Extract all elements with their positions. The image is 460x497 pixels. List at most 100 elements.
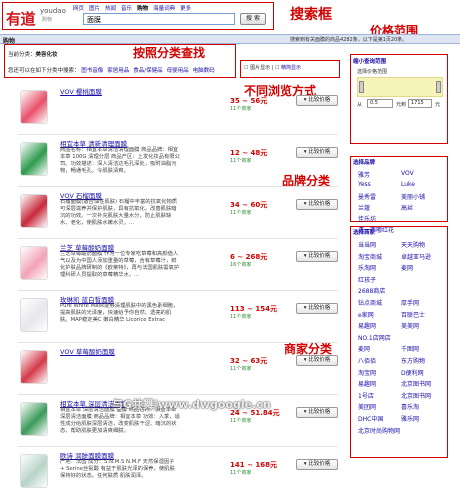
- product-shop-count[interactable]: 11个商家: [230, 469, 251, 476]
- brand-link[interactable]: 兰蔻: [358, 203, 370, 212]
- brand-link[interactable]: Yess: [358, 181, 371, 188]
- shop-link[interactable]: 淘宝商城: [358, 252, 382, 261]
- compare-price-label: 比较价格: [308, 253, 331, 259]
- shop-panel: [350, 226, 448, 458]
- shop-link[interactable]: 红孩子: [358, 275, 376, 284]
- product-title[interactable]: VOV 草莓酸奶面膜: [60, 346, 115, 356]
- shop-link[interactable]: 乐淘网: [358, 263, 376, 272]
- compare-price-button[interactable]: ▾ 比较价格: [296, 303, 338, 314]
- divider: [18, 238, 338, 239]
- shop-link[interactable]: 美团网: [358, 402, 376, 411]
- shop-link[interactable]: 厚手网: [401, 298, 419, 307]
- annotation-box-search: [2, 2, 274, 30]
- product-description: 兰芝草莓酸奶面膜 作为一位专家吃草莓和高颜值人气以及为中国人添加重量的草莓，含有…: [60, 251, 180, 278]
- brand-link[interactable]: 美丽小铺: [401, 192, 425, 201]
- shop-link[interactable]: 百联巴士: [401, 310, 425, 319]
- shop-link[interactable]: D便利网: [401, 368, 424, 377]
- shop-link[interactable]: DHC中国: [358, 414, 383, 423]
- annotation-category: 按照分类查找: [133, 46, 206, 60]
- shop-link[interactable]: 麦网: [358, 344, 370, 353]
- product-image[interactable]: [20, 194, 48, 228]
- product-row: VOV 樱桃面膜 35 ~ 56元 11个商家 ▾ 比较价格: [18, 86, 338, 138]
- divider: [18, 446, 338, 447]
- price-from-input[interactable]: 0.5: [367, 99, 393, 108]
- brand-link[interactable]: VOV: [401, 170, 414, 177]
- product-shop-count[interactable]: 11个商家: [230, 313, 251, 320]
- price-panel-subtitle: 选择价格范围: [357, 69, 388, 75]
- product-row: 兰芝 草莓酸奶面膜 兰芝草莓酸奶面膜 作为一位专家吃草莓和高颜值人气以及为中国人添…: [18, 242, 338, 294]
- shop-link[interactable]: 易趣网: [358, 321, 376, 330]
- compare-price-button[interactable]: ▾ 比较价格: [296, 355, 338, 366]
- shop-link[interactable]: 淘宝网: [358, 368, 376, 377]
- compare-price-button[interactable]: ▾ 比较价格: [296, 199, 338, 210]
- shop-link[interactable]: 麦网: [401, 263, 413, 272]
- product-image[interactable]: [20, 454, 48, 488]
- brand-link[interactable]: 高丝: [401, 203, 413, 212]
- product-image[interactable]: [20, 350, 48, 384]
- shop-link[interactable]: 天天购物: [401, 240, 425, 249]
- price-panel-title: 缩小查询范围: [353, 59, 387, 65]
- compare-price-button[interactable]: ▾ 比较价格: [296, 459, 338, 470]
- brand-link[interactable]: 佳乐坊: [358, 214, 376, 223]
- product-description: 商品名称：相宜本草清洁清理面膜 商品品牌：相宜本草 100G 清理分层 商品产区…: [60, 147, 180, 174]
- shop-link[interactable]: 美美网: [401, 321, 419, 330]
- brand-panel-title: 选择品牌: [353, 160, 376, 166]
- compare-price-button[interactable]: ▾ 比较价格: [296, 147, 338, 158]
- shop-link[interactable]: 东方购物: [401, 356, 425, 365]
- shop-link[interactable]: 易趣网: [358, 379, 376, 388]
- compare-price-label: 比较价格: [308, 461, 331, 467]
- compare-price-label: 比较价格: [308, 409, 331, 415]
- product-shop-count[interactable]: 11个商家: [230, 365, 251, 372]
- shop-panel-title: 选择商家: [353, 230, 376, 236]
- product-image[interactable]: [20, 246, 48, 280]
- price-slider[interactable]: [357, 77, 443, 97]
- price-to-label: 元到: [396, 102, 407, 108]
- product-shop-count[interactable]: 11个商家: [230, 209, 251, 216]
- product-row: 玫琳凯 蓝白皙面膜 Pure White Mask能够清理肌肤中的黑色素细胞，提高…: [18, 294, 338, 346]
- shop-link[interactable]: 1号店: [358, 391, 374, 400]
- brand-link[interactable]: Luke: [401, 181, 415, 188]
- shop-link[interactable]: 北京图书网: [401, 391, 431, 400]
- shop-link[interactable]: 钻点商城: [358, 298, 382, 307]
- divider: [18, 186, 338, 187]
- shop-link[interactable]: 当当网: [358, 240, 376, 249]
- product-shop-count[interactable]: 11个商家: [230, 157, 251, 164]
- brand-link[interactable]: 曼秀雷: [358, 192, 376, 201]
- compare-price-button[interactable]: ▾ 比较价格: [296, 251, 338, 262]
- product-image[interactable]: [20, 90, 48, 124]
- product-row: 相宜本草 清新清理面膜 商品名称：相宜本草清洁清理面膜 商品品牌：相宜本草 100…: [18, 138, 338, 190]
- shop-link[interactable]: 2688商店: [358, 286, 385, 295]
- product-row: VOV 石榴面膜 石榴面膜(适合油性肌肤) 石榴中丰富的抗氧化物质可深层滋养并保护…: [18, 190, 338, 242]
- compare-price-label: 比较价格: [308, 97, 331, 103]
- price-slider-min-handle[interactable]: [359, 81, 364, 93]
- price-to-input[interactable]: 1715: [408, 99, 432, 108]
- product-shop-count[interactable]: 11个商家: [230, 417, 251, 424]
- shop-link[interactable]: 千图网: [401, 344, 419, 353]
- compare-price-button[interactable]: ▾ 比较价格: [296, 407, 338, 418]
- divider: [18, 342, 338, 343]
- shop-link[interactable]: e家网: [358, 310, 374, 319]
- product-description: Pure White Mask能够清理肌肤中的黑色素细胞，提高肌肤的光泽度，快速…: [60, 303, 179, 323]
- shop-link[interactable]: 喜乐淘: [401, 402, 419, 411]
- shop-link[interactable]: 北京时尚购物网: [358, 426, 400, 435]
- result-count: 搜索到有关面膜的商品4282条，以下是第1页20条。: [290, 37, 408, 43]
- compare-price-button[interactable]: ▾ 比较价格: [296, 95, 338, 106]
- shop-link[interactable]: 雅乐网: [401, 414, 419, 423]
- product-image[interactable]: [20, 142, 48, 176]
- price-slider-max-handle[interactable]: [436, 81, 441, 93]
- compare-price-label: 比较价格: [308, 305, 331, 311]
- brand-link[interactable]: 雅芳: [358, 170, 370, 179]
- product-title[interactable]: VOV 樱桃面膜: [60, 86, 102, 96]
- shop-link[interactable]: 卓越亚马逊: [401, 252, 431, 261]
- price-unit: 元: [435, 102, 441, 108]
- shop-link[interactable]: NO.1店网店: [358, 333, 391, 342]
- shop-link[interactable]: 北京图书网: [401, 379, 431, 388]
- product-image[interactable]: [20, 298, 48, 332]
- product-shop-count[interactable]: 11个商家: [230, 105, 251, 112]
- product-description: 石榴面膜(适合油性肌肤) 石榴中丰富的抗氧化物质可深层滋养并保护肌肤，具有抗氧化…: [60, 199, 178, 226]
- shop-link[interactable]: 八佰佰: [358, 356, 376, 365]
- product-shop-count[interactable]: 16个商家: [230, 261, 251, 268]
- product-image[interactable]: [20, 402, 48, 436]
- compare-price-label: 比较价格: [308, 201, 331, 207]
- annotation-box-view: [240, 60, 340, 78]
